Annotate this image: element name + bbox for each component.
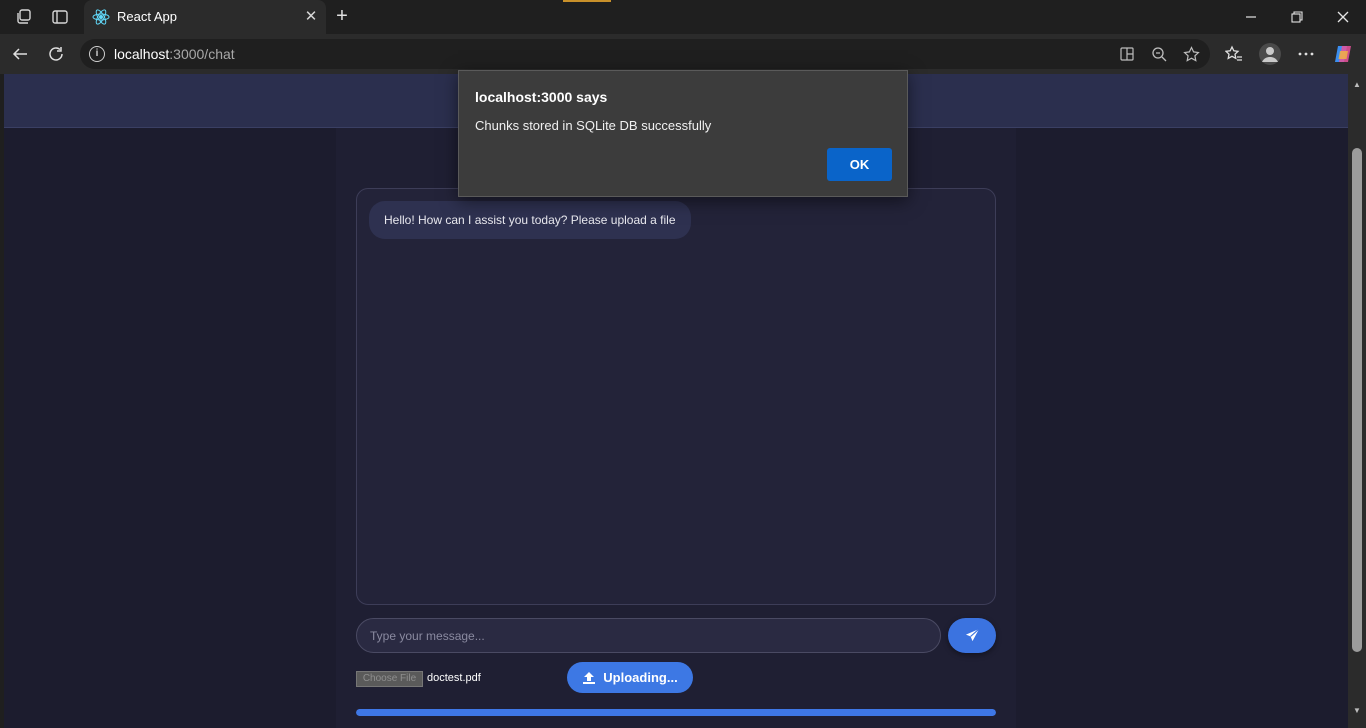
restore-icon[interactable]: [1284, 4, 1310, 30]
zoom-out-icon[interactable]: [1150, 45, 1168, 63]
browser-title-bar: React App ✕ +: [0, 0, 1366, 34]
star-icon[interactable]: [1182, 45, 1200, 63]
address-bar[interactable]: i localhost:3000/chat: [80, 39, 1210, 69]
tab-title: React App: [117, 9, 177, 24]
favorites-icon[interactable]: [1222, 42, 1246, 66]
message-input[interactable]: [356, 618, 941, 653]
url-host: localhost: [114, 46, 170, 62]
upload-icon: [583, 671, 596, 684]
upload-progress-bar: [356, 709, 996, 716]
close-tab-icon[interactable]: ✕: [302, 8, 320, 26]
copilot-icon[interactable]: [1331, 42, 1355, 66]
paper-plane-icon: [965, 628, 979, 642]
send-button[interactable]: [948, 618, 996, 653]
upload-button-label: Uploading...: [603, 670, 678, 685]
dialog-title: localhost:3000 says: [475, 89, 608, 105]
profile-icon[interactable]: [1258, 42, 1282, 66]
url-path: :3000/chat: [169, 46, 235, 62]
minimize-icon[interactable]: [1238, 4, 1264, 30]
selected-file-name: doctest.pdf: [427, 672, 481, 684]
upload-button[interactable]: Uploading...: [567, 662, 693, 693]
scrollbar-thumb[interactable]: [1352, 148, 1362, 652]
scroll-up-arrow-icon[interactable]: ▲: [1352, 80, 1362, 90]
split-screen-icon[interactable]: [1118, 45, 1136, 63]
alert-dialog: localhost:3000 says Chunks stored in SQL…: [458, 70, 908, 197]
scroll-down-arrow-icon[interactable]: ▼: [1352, 706, 1362, 716]
window-accent-strip: [563, 0, 611, 2]
info-icon[interactable]: i: [89, 46, 105, 62]
react-icon: [92, 8, 110, 26]
workspaces-icon[interactable]: [12, 6, 36, 28]
upload-progress-fill: [356, 709, 996, 716]
dialog-message: Chunks stored in SQLite DB successfully: [475, 118, 712, 133]
browser-tab[interactable]: React App ✕: [84, 0, 326, 34]
more-icon[interactable]: [1294, 42, 1318, 66]
bot-message: Hello! How can I assist you today? Pleas…: [369, 201, 691, 239]
url-text[interactable]: localhost:3000/chat: [114, 46, 235, 62]
ok-button[interactable]: OK: [827, 148, 892, 181]
back-arrow-icon[interactable]: [8, 42, 32, 66]
tab-actions-icon[interactable]: [48, 6, 72, 28]
new-tab-button[interactable]: +: [331, 5, 353, 27]
messages-panel: Hello! How can I assist you today? Pleas…: [356, 188, 996, 605]
chat-container: Hello! How can I assist you today? Pleas…: [336, 128, 1016, 728]
choose-file-button[interactable]: Choose File: [356, 671, 423, 687]
refresh-icon[interactable]: [44, 42, 68, 66]
close-window-icon[interactable]: [1330, 4, 1356, 30]
browser-toolbar: i localhost:3000/chat: [0, 34, 1366, 74]
page-scrollbar[interactable]: ▲ ▼: [1348, 74, 1366, 728]
